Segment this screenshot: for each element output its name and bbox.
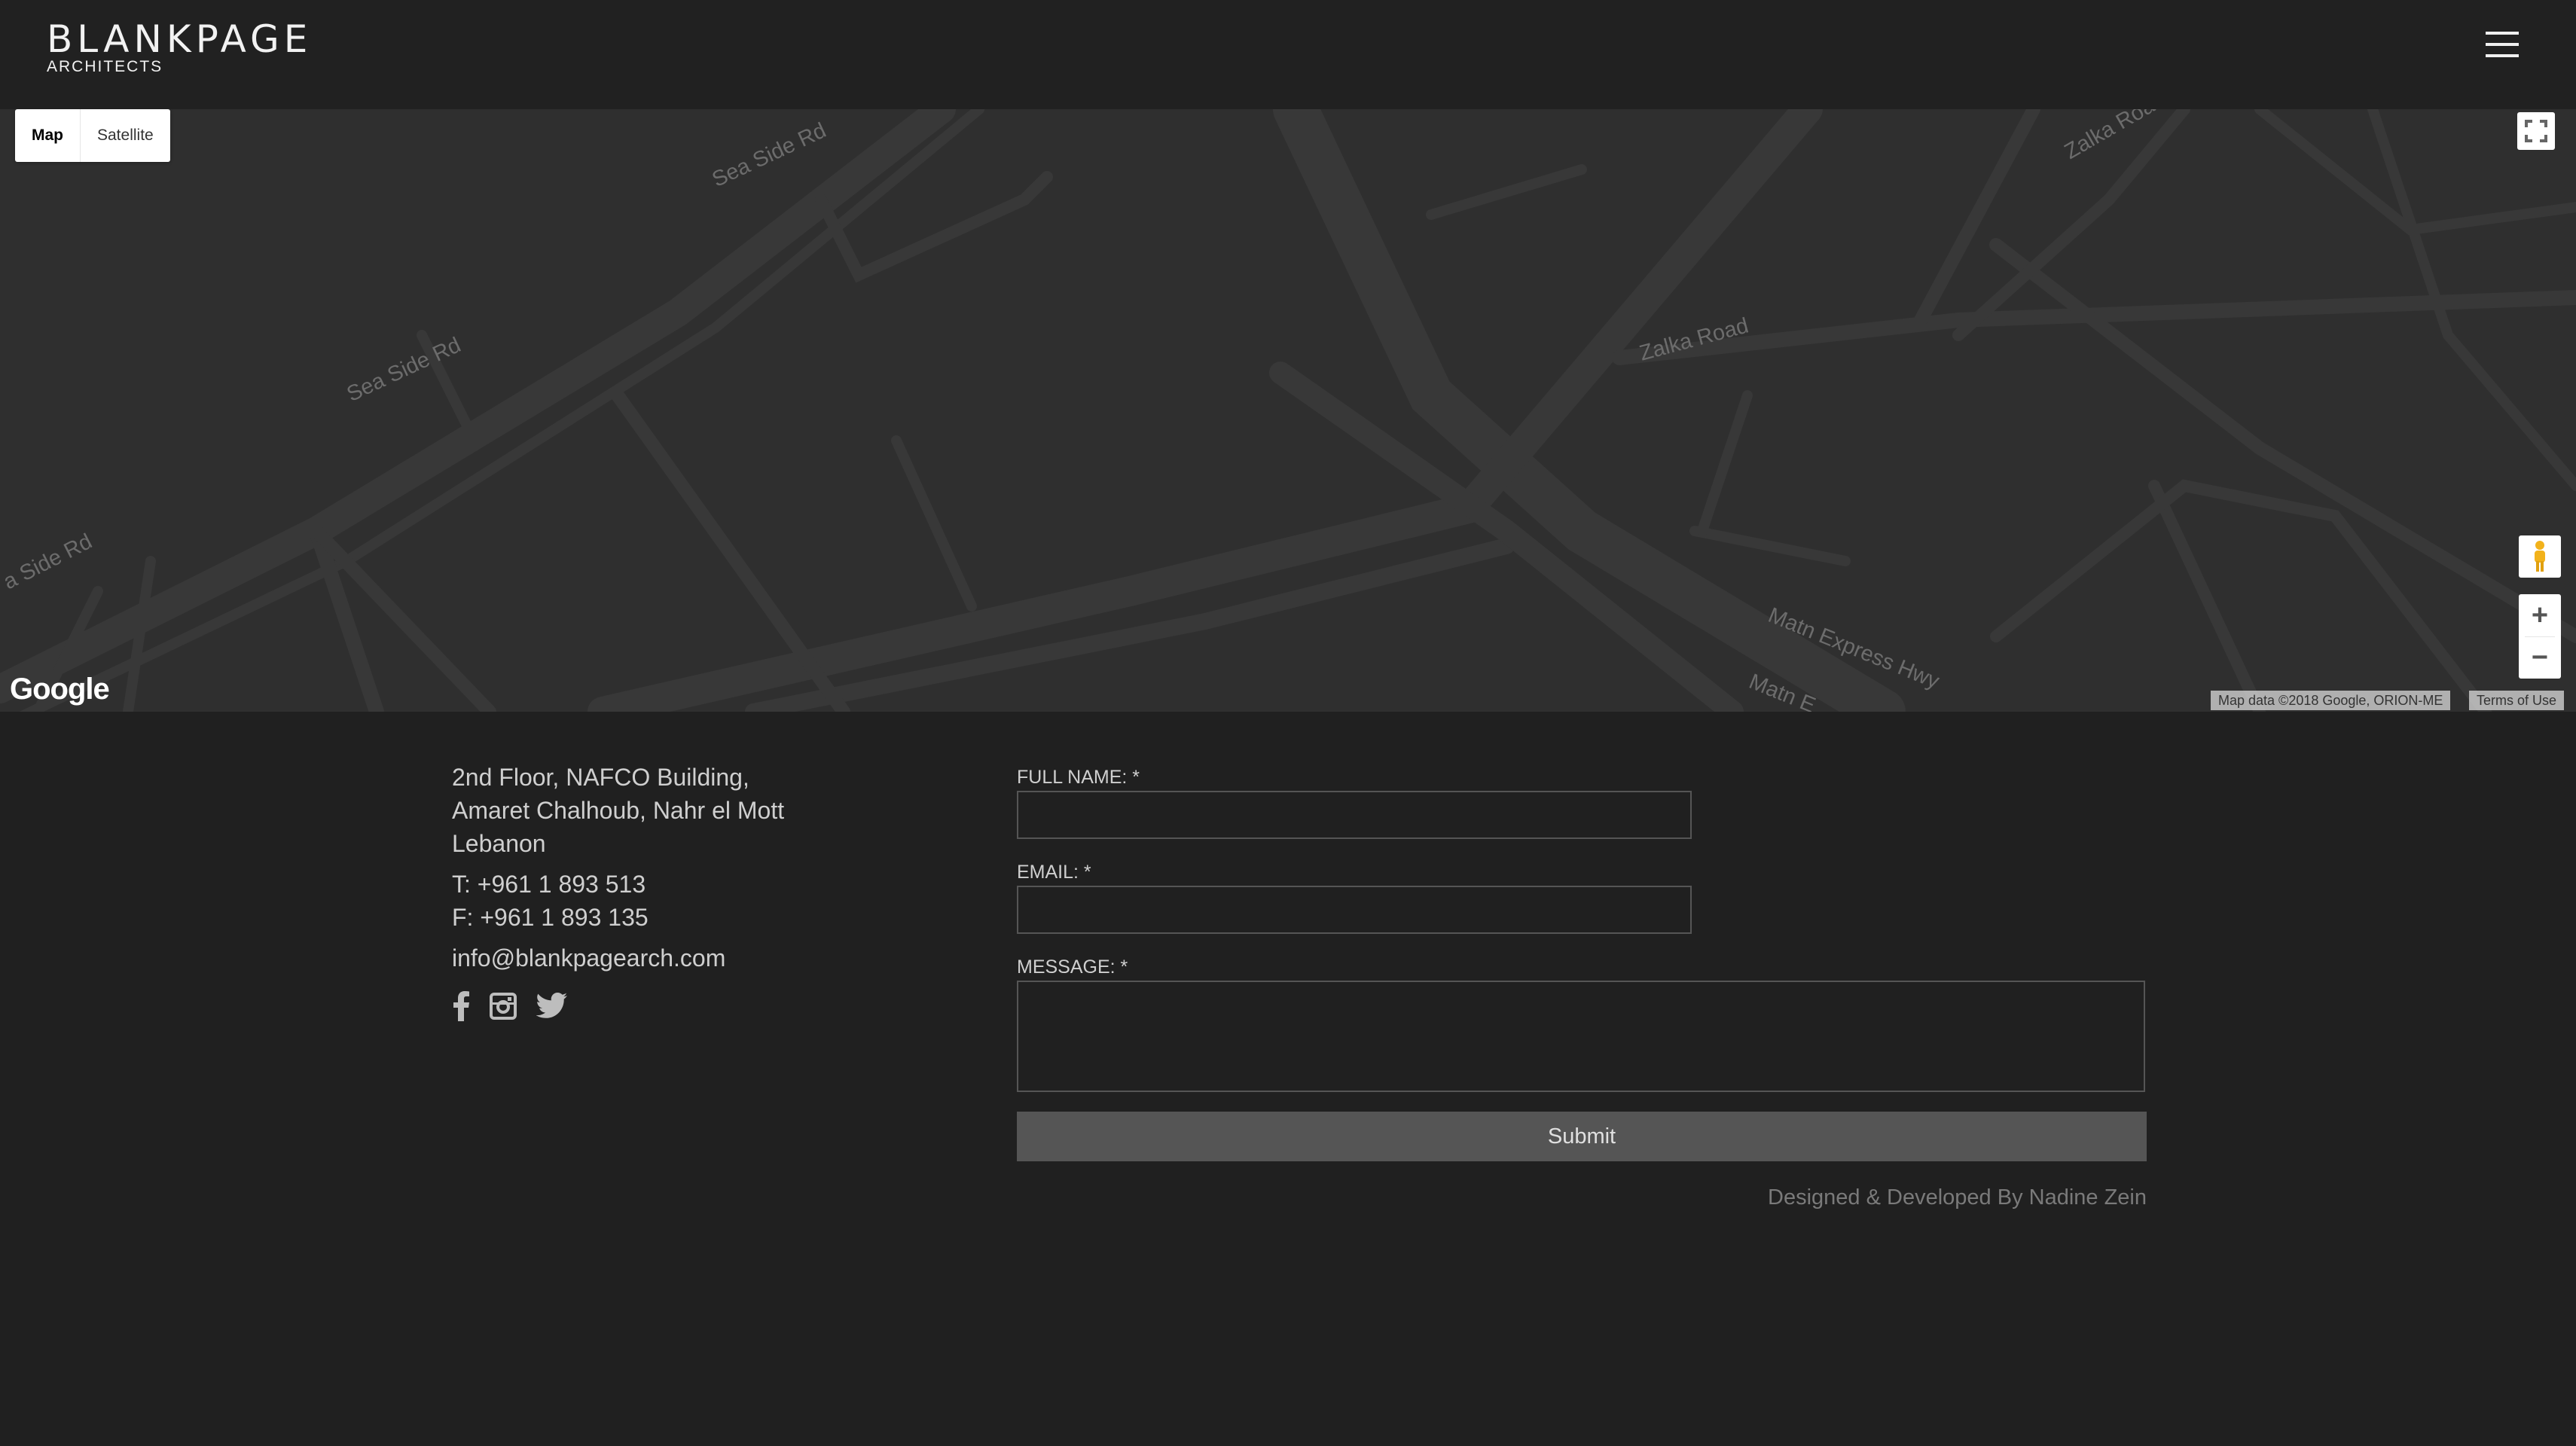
map-type-satellite-button[interactable]: Satellite xyxy=(81,109,170,162)
map-roads xyxy=(0,109,2576,712)
hamburger-menu-icon[interactable] xyxy=(2486,32,2519,57)
pegman-icon xyxy=(2535,541,2545,572)
message-textarea[interactable] xyxy=(1017,981,2145,1092)
contact-form: FULL NAME: * EMAIL: * MESSAGE: * Submit xyxy=(1017,764,2147,1161)
terms-of-use-link[interactable]: Terms of Use xyxy=(2469,691,2565,710)
hamburger-line xyxy=(2486,32,2519,35)
social-links xyxy=(452,991,568,1021)
google-map[interactable]: Sea Side Rd Sea Side Rd a Side Rd Zalka … xyxy=(0,109,2576,712)
address-line: 2nd Floor, NAFCO Building, xyxy=(452,764,749,791)
map-attribution: Map data ©2018 Google, ORION-ME xyxy=(2211,691,2451,710)
designer-credit[interactable]: Designed & Developed By Nadine Zein xyxy=(1017,1185,2147,1210)
google-logo[interactable]: Google xyxy=(10,673,110,706)
zoom-control: + − xyxy=(2519,594,2561,679)
instagram-icon[interactable] xyxy=(490,993,517,1020)
submit-button[interactable]: Submit xyxy=(1017,1112,2147,1161)
zoom-divider xyxy=(2525,636,2555,637)
message-label: MESSAGE: * xyxy=(1017,956,1128,978)
facebook-icon[interactable] xyxy=(452,991,470,1021)
twitter-icon[interactable] xyxy=(536,993,568,1020)
address-line: Lebanon xyxy=(452,830,546,857)
map-type-control: Map Satellite xyxy=(15,109,170,162)
site-header: BLANKPAGE ARCHITECTS xyxy=(0,0,2576,109)
site-logo[interactable]: BLANKPAGE ARCHITECTS xyxy=(47,18,312,75)
logo-subtitle: ARCHITECTS xyxy=(47,58,163,75)
email-input[interactable] xyxy=(1017,886,1692,934)
full-name-label: FULL NAME: * xyxy=(1017,767,1140,788)
contact-info: 2nd Floor, NAFCO Building, Amaret Chalho… xyxy=(452,761,829,975)
full-name-input[interactable] xyxy=(1017,791,1692,839)
email-label: EMAIL: * xyxy=(1017,862,1091,883)
fullscreen-button[interactable] xyxy=(2517,112,2555,150)
fax-number: F: +961 1 893 135 xyxy=(452,904,649,931)
phone-number: T: +961 1 893 513 xyxy=(452,871,646,898)
map-type-map-button[interactable]: Map xyxy=(15,109,81,162)
hamburger-line xyxy=(2486,54,2519,57)
zoom-in-button[interactable]: + xyxy=(2519,594,2561,636)
email-link[interactable]: info@blankpagearch.com xyxy=(452,941,829,975)
logo-brand: BLANKPAGE xyxy=(47,17,313,61)
fullscreen-icon xyxy=(2525,120,2547,142)
street-view-pegman-button[interactable] xyxy=(2519,535,2561,578)
zoom-out-button[interactable]: − xyxy=(2519,636,2561,679)
address-line: Amaret Chalhoub, Nahr el Mott xyxy=(452,797,785,824)
hamburger-line xyxy=(2486,43,2519,46)
